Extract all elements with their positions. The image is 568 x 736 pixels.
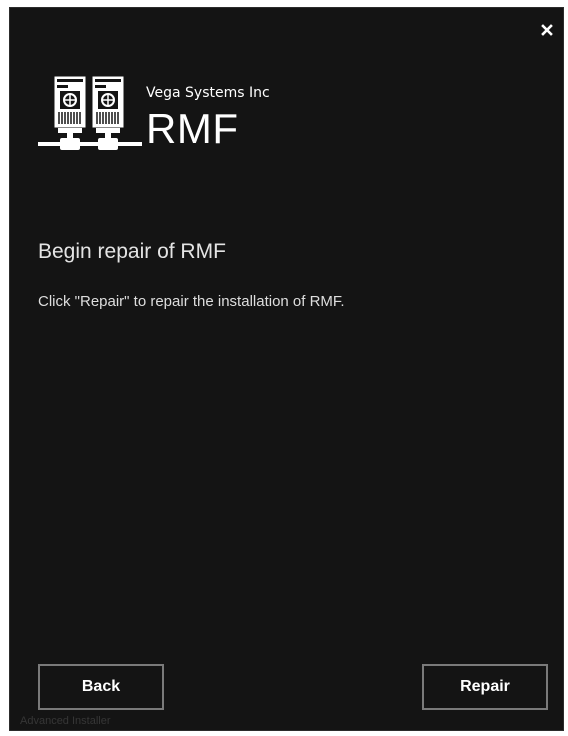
back-button[interactable]: Back: [38, 664, 164, 710]
company-name: Vega Systems Inc: [146, 85, 270, 101]
brand-header: Vega Systems Inc RMF: [38, 72, 338, 162]
page-description: Click "Repair" to repair the installatio…: [38, 293, 345, 310]
close-button[interactable]: [539, 22, 555, 38]
repair-button[interactable]: Repair: [422, 664, 548, 710]
page-title: Begin repair of RMF: [38, 240, 226, 263]
close-icon: [541, 24, 553, 36]
installer-window: Vega Systems Inc RMF Begin repair of RMF…: [9, 7, 564, 731]
servers-logo-icon: [38, 75, 142, 150]
product-name: RMF: [146, 105, 239, 152]
footer-brand: Advanced Installer: [20, 715, 111, 727]
